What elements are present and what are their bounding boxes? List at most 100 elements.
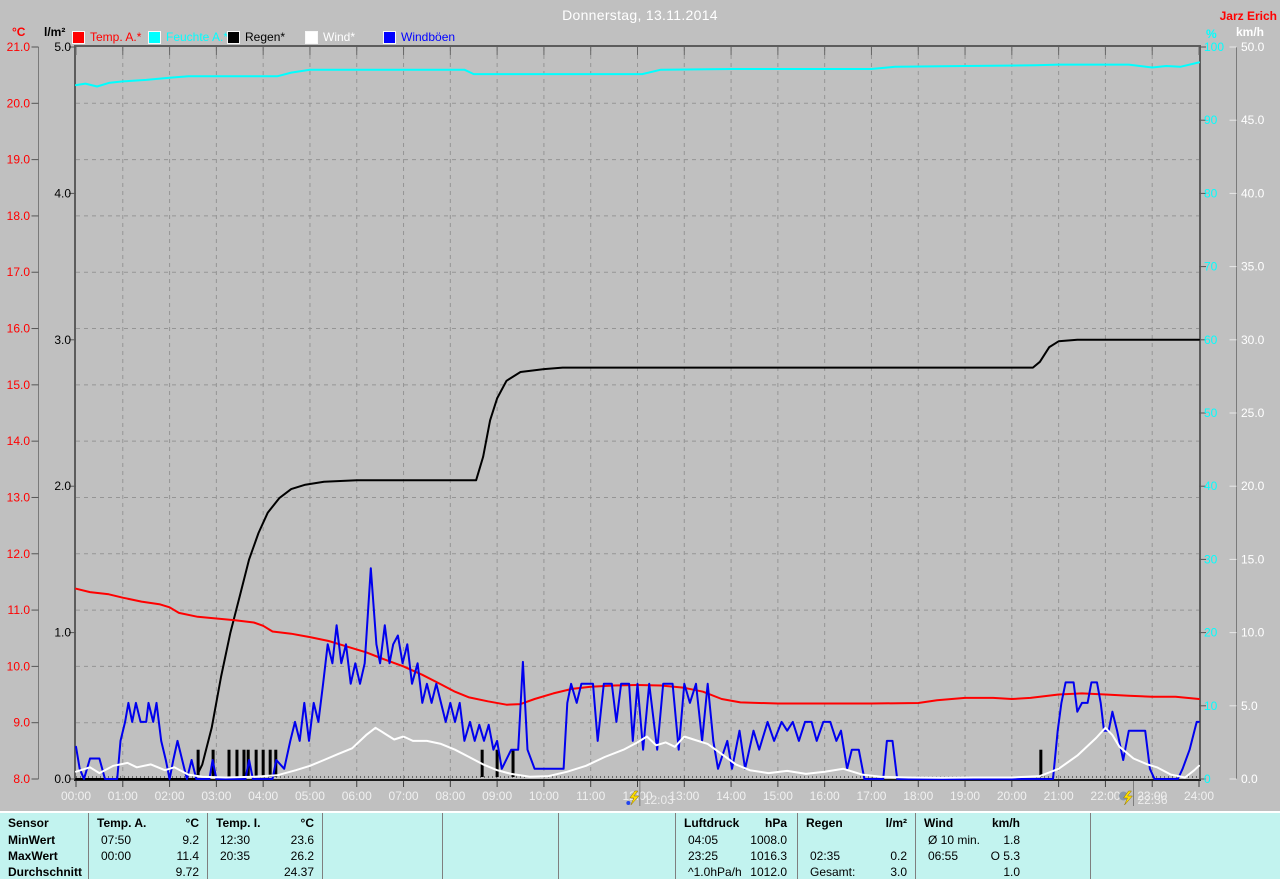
table-cell: 11.4 <box>177 848 199 864</box>
wind-axis-tick-label: 10.0 <box>1241 626 1265 640</box>
rain-rate-bar <box>242 750 245 777</box>
x-axis-tick-label: 24:00 <box>1184 789 1214 803</box>
table-cell: 02:35 <box>810 848 840 864</box>
temp-axis-tick-label: 17.0 <box>7 265 31 279</box>
table-cell: Temp. A. <box>97 815 146 831</box>
rain-rate-bar <box>512 750 515 777</box>
rain-axis-tick-label: 5.0 <box>54 40 71 54</box>
table-cell: O 5.3 <box>991 848 1020 864</box>
humidity-axis-tick-label: 0 <box>1204 772 1211 786</box>
temp-axis-tick-label: 18.0 <box>7 209 31 223</box>
rain-axis-tick-label: 2.0 <box>54 479 71 493</box>
table-row-label-column: SensorMinWertMaxWertDurchschnitt <box>0 813 88 879</box>
plot-border <box>75 46 1200 780</box>
table-cell: Sensor <box>8 815 49 831</box>
table-cell: 1.8 <box>1003 832 1020 848</box>
table-column: Regenl/m²02:350.2Gesamt:3.0 <box>797 813 915 879</box>
wind-axis-tick-label: 40.0 <box>1241 186 1265 200</box>
table-cell: MinWert <box>8 832 55 848</box>
temp-axis-tick-label: 9.0 <box>13 716 30 730</box>
table-cell: hPa <box>765 815 787 831</box>
table-cell: MaxWert <box>8 848 58 864</box>
temp-axis-tick-label: 8.0 <box>13 772 30 786</box>
event-marker-label: 22:36 <box>1137 793 1167 807</box>
humidity-axis-tick-label: 70 <box>1204 260 1218 274</box>
wind-axis-tick-label: 20.0 <box>1241 479 1265 493</box>
x-axis-tick-label: 20:00 <box>997 789 1027 803</box>
rain-axis-tick-label: 3.0 <box>54 333 71 347</box>
temp-axis-tick-label: 13.0 <box>7 490 31 504</box>
table-column: Windkm/hØ 10 min.1.806:55O 5.31.0 <box>915 813 1090 879</box>
temp-axis-tick-label: 19.0 <box>7 153 31 167</box>
x-axis-tick-label: 14:00 <box>716 789 746 803</box>
table-cell: 1008.0 <box>750 832 787 848</box>
x-axis-tick-label: 05:00 <box>295 789 325 803</box>
rain-axis-tick-label: 4.0 <box>54 186 71 200</box>
table-cell: 04:05 <box>688 832 718 848</box>
x-axis-tick-label: 07:00 <box>389 789 419 803</box>
temp-axis-tick-label: 11.0 <box>8 603 31 617</box>
temp-axis-tick-label: 15.0 <box>7 378 31 392</box>
table-cell: Durchschnitt <box>8 864 82 880</box>
rain-rate-bar <box>1039 750 1042 777</box>
humidity-axis-tick-label: 90 <box>1204 113 1218 127</box>
wind-axis-tick-label: 50.0 <box>1241 40 1265 54</box>
table-column: LuftdruckhPa04:051008.023:251016.3^1.0hP… <box>675 813 797 879</box>
x-axis-tick-label: 08:00 <box>435 789 465 803</box>
table-cell: 20:35 <box>220 848 250 864</box>
x-axis-tick-label: 18:00 <box>903 789 933 803</box>
x-axis-tick-label: 17:00 <box>856 789 886 803</box>
table-cell: 24.37 <box>284 864 314 880</box>
table-cell: 9.2 <box>182 832 199 848</box>
night-event-icon <box>1119 791 1133 805</box>
temp-axis-tick-label: 20.0 <box>7 96 31 110</box>
table-cell: 23:25 <box>688 848 718 864</box>
humidity-axis-tick-label: 80 <box>1204 186 1218 200</box>
wind-axis-tick-label: 15.0 <box>1241 552 1265 566</box>
rain-axis-tick-label: 0.0 <box>54 772 71 786</box>
table-column: Temp. I.°C12:3023.620:3526.224.37 <box>207 813 322 879</box>
rain-rate-bar <box>228 750 231 777</box>
x-axis-tick-label: 15:00 <box>763 789 793 803</box>
humidity-axis-tick-label: 50 <box>1204 406 1218 420</box>
rain-rate-bar <box>496 750 499 777</box>
x-axis-tick-label: 21:00 <box>1044 789 1074 803</box>
humidity-axis-tick-label: 20 <box>1204 626 1218 640</box>
wind-axis-tick-label: 0.0 <box>1241 772 1258 786</box>
temp-axis-tick-label: 12.0 <box>7 547 31 561</box>
table-cell: Temp. I. <box>216 815 260 831</box>
humidity-axis-tick-label: 10 <box>1204 699 1218 713</box>
table-column <box>1090 813 1280 879</box>
x-axis-tick-label: 04:00 <box>248 789 278 803</box>
temp-axis-tick-label: 10.0 <box>7 659 31 673</box>
x-axis-tick-label: 03:00 <box>201 789 231 803</box>
table-cell: l/m² <box>886 815 907 831</box>
temp-axis-tick-label: 21.0 <box>7 40 31 54</box>
table-cell: Regen <box>806 815 843 831</box>
table-cell: 26.2 <box>291 848 314 864</box>
table-column: Temp. A.°C07:509.200:0011.49.72 <box>88 813 207 879</box>
table-column <box>442 813 558 879</box>
table-cell: km/h <box>992 815 1020 831</box>
chart-plot: 00:0001:0002:0003:0004:0005:0006:0007:00… <box>0 0 1280 811</box>
x-axis-tick-label: 11:00 <box>576 789 605 803</box>
table-cell: Luftdruck <box>684 815 739 831</box>
table-cell: Gesamt: <box>810 864 855 880</box>
x-axis-tick-label: 10:00 <box>529 789 559 803</box>
x-axis-tick-label: 01:00 <box>108 789 138 803</box>
wind-axis-tick-label: 35.0 <box>1241 260 1265 274</box>
wind-axis-tick-label: 25.0 <box>1241 406 1265 420</box>
rain-rate-bar <box>262 750 265 777</box>
event-marker-label: 12:03 <box>644 793 674 807</box>
table-column <box>322 813 442 879</box>
table-cell: 1016.3 <box>750 848 787 864</box>
table-cell: °C <box>301 815 314 831</box>
wind-axis-tick-label: 5.0 <box>1241 699 1258 713</box>
humidity-axis-tick-label: 30 <box>1204 552 1218 566</box>
humidity-axis-tick-label: 100 <box>1204 40 1224 54</box>
table-cell: 9.72 <box>176 864 199 880</box>
table-cell: 07:50 <box>101 832 131 848</box>
x-axis-tick-label: 16:00 <box>810 789 840 803</box>
table-cell: 12:30 <box>220 832 250 848</box>
x-axis-tick-label: 19:00 <box>950 789 980 803</box>
